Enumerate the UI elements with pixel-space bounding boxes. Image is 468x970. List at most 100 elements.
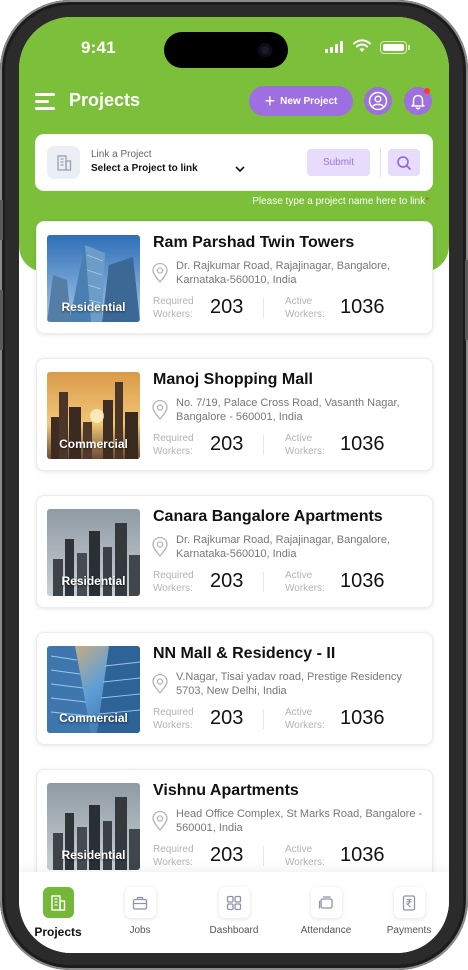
phone-side-button [0,200,3,240]
project-image: Residential [47,235,140,322]
location-pin-icon [152,263,168,283]
project-image: Commercial [47,372,140,459]
nav-projects[interactable]: Projects [21,887,95,939]
battery-icon [380,41,407,54]
project-card[interactable]: Commercial Manoj Shopping Mall No. 7/19,… [36,358,433,471]
active-workers-value: 1036 [340,433,385,455]
project-name: Vishnu Apartments [153,782,299,799]
nav-label: Attendance [300,925,352,936]
link-hint-text: Please type a project name here to link* [19,196,429,207]
building-icon [42,887,74,918]
page-title: Projects [69,90,141,110]
active-workers-label: Active Workers: [285,707,325,731]
divider [380,148,381,177]
wifi-icon [353,39,371,52]
battery-tip [408,45,410,50]
active-workers-value: 1036 [340,707,385,729]
project-type-label: Residential [61,574,126,588]
required-workers-label: Required Workers: [153,570,194,594]
nav-payments[interactable]: Payments [372,887,446,936]
required-workers-label: Required Workers: [153,296,194,320]
project-name: Canara Bangalore Apartments [153,508,383,525]
profile-button[interactable] [364,87,392,115]
project-type-label: Residential [61,848,126,862]
active-workers-label: Active Workers: [285,433,325,457]
phone-side-button [0,290,3,350]
project-card[interactable]: Residential Canara Bangalore Apartments … [36,495,433,608]
active-workers-label: Active Workers: [285,570,325,594]
location-pin-icon [152,811,168,831]
location-pin-icon [152,537,168,557]
project-address: Dr. Rajkumar Road, Rajajinagar, Bangalor… [176,534,391,560]
hamburger-menu-icon[interactable] [35,92,55,110]
nav-jobs[interactable]: Jobs [103,887,177,936]
link-hint: Please type a project name here to link [252,196,426,207]
nav-dashboard[interactable]: Dashboard [197,887,271,936]
required-workers-label: Required Workers: [153,433,194,457]
project-name: Ram Parshad Twin Towers [153,234,355,251]
bell-icon [411,94,425,110]
divider [263,846,264,866]
grid-icon [218,887,250,918]
chevron-down-icon [235,165,245,172]
project-card[interactable]: Residential Vishnu Apartments Head Offic… [36,769,433,882]
nav-label: Payments [386,925,432,936]
dynamic-island [164,32,288,68]
required-workers-value: 203 [210,707,244,729]
active-workers-label: Active Workers: [285,296,325,320]
required-workers-value: 203 [210,296,244,318]
cards-icon [310,887,342,918]
plus-icon: + [264,91,276,111]
project-address: No. 7/19, Palace Cross Road, Vasanth Nag… [176,397,400,423]
required-workers-value: 203 [210,570,244,592]
required-workers-value: 203 [210,844,244,866]
nav-label: Projects [34,925,82,939]
project-type-label: Commercial [59,711,128,725]
search-icon [397,155,411,170]
new-project-button[interactable]: + New Project [249,86,353,116]
camera-icon [258,43,272,57]
bottom-navigation: Projects Jobs Dashboard Attendance Payme… [19,872,449,953]
project-image: Residential [47,783,140,870]
project-card[interactable]: Commercial NN Mall & Residency - II V.Na… [36,632,433,745]
project-name: NN Mall & Residency - II [153,645,336,662]
project-select-value: Select a Project to link [91,163,198,174]
cellular-signal-icon [325,41,343,53]
divider [263,572,264,592]
divider [263,435,264,455]
project-address: Dr. Rajkumar Road, Rajajinagar, Bangalor… [176,260,391,286]
required-workers-label: Required Workers: [153,707,194,731]
user-icon [368,91,388,111]
project-image: Residential [47,509,140,596]
link-building-icon [47,146,80,179]
nav-label: Jobs [129,925,151,936]
rupee-doc-icon [393,887,425,918]
status-time: 9:41 [81,38,116,57]
briefcase-icon [124,887,156,918]
location-pin-icon [152,674,168,694]
status-bar: 9:41 [19,17,449,75]
project-type-label: Commercial [59,437,128,451]
required-workers-label: Required Workers: [153,844,194,868]
app-header: Projects + New Project [19,85,449,119]
project-card[interactable]: Residential Ram Parshad Twin Towers Dr. … [36,221,433,334]
project-address: V.Nagar, Tisai yadav road, Prestige Resi… [176,671,402,697]
nav-label: Dashboard [209,925,259,936]
project-image: Commercial [47,646,140,733]
active-workers-value: 1036 [340,296,385,318]
project-select-dropdown[interactable]: Select a Project to link [91,163,245,174]
active-workers-value: 1036 [340,844,385,866]
link-project-label: Link a Project [91,149,152,160]
search-button[interactable] [388,149,420,176]
project-type-label: Residential [61,300,126,314]
divider [263,709,264,729]
location-pin-icon [152,400,168,420]
project-address: Head Office Complex, St Marks Road, Bang… [176,808,423,834]
required-marker: * [425,196,429,207]
notifications-button[interactable] [404,87,432,115]
nav-attendance[interactable]: Attendance [289,887,363,936]
notification-badge [424,88,430,94]
divider [263,298,264,318]
submit-button[interactable]: Submit [307,149,370,176]
active-workers-value: 1036 [340,570,385,592]
